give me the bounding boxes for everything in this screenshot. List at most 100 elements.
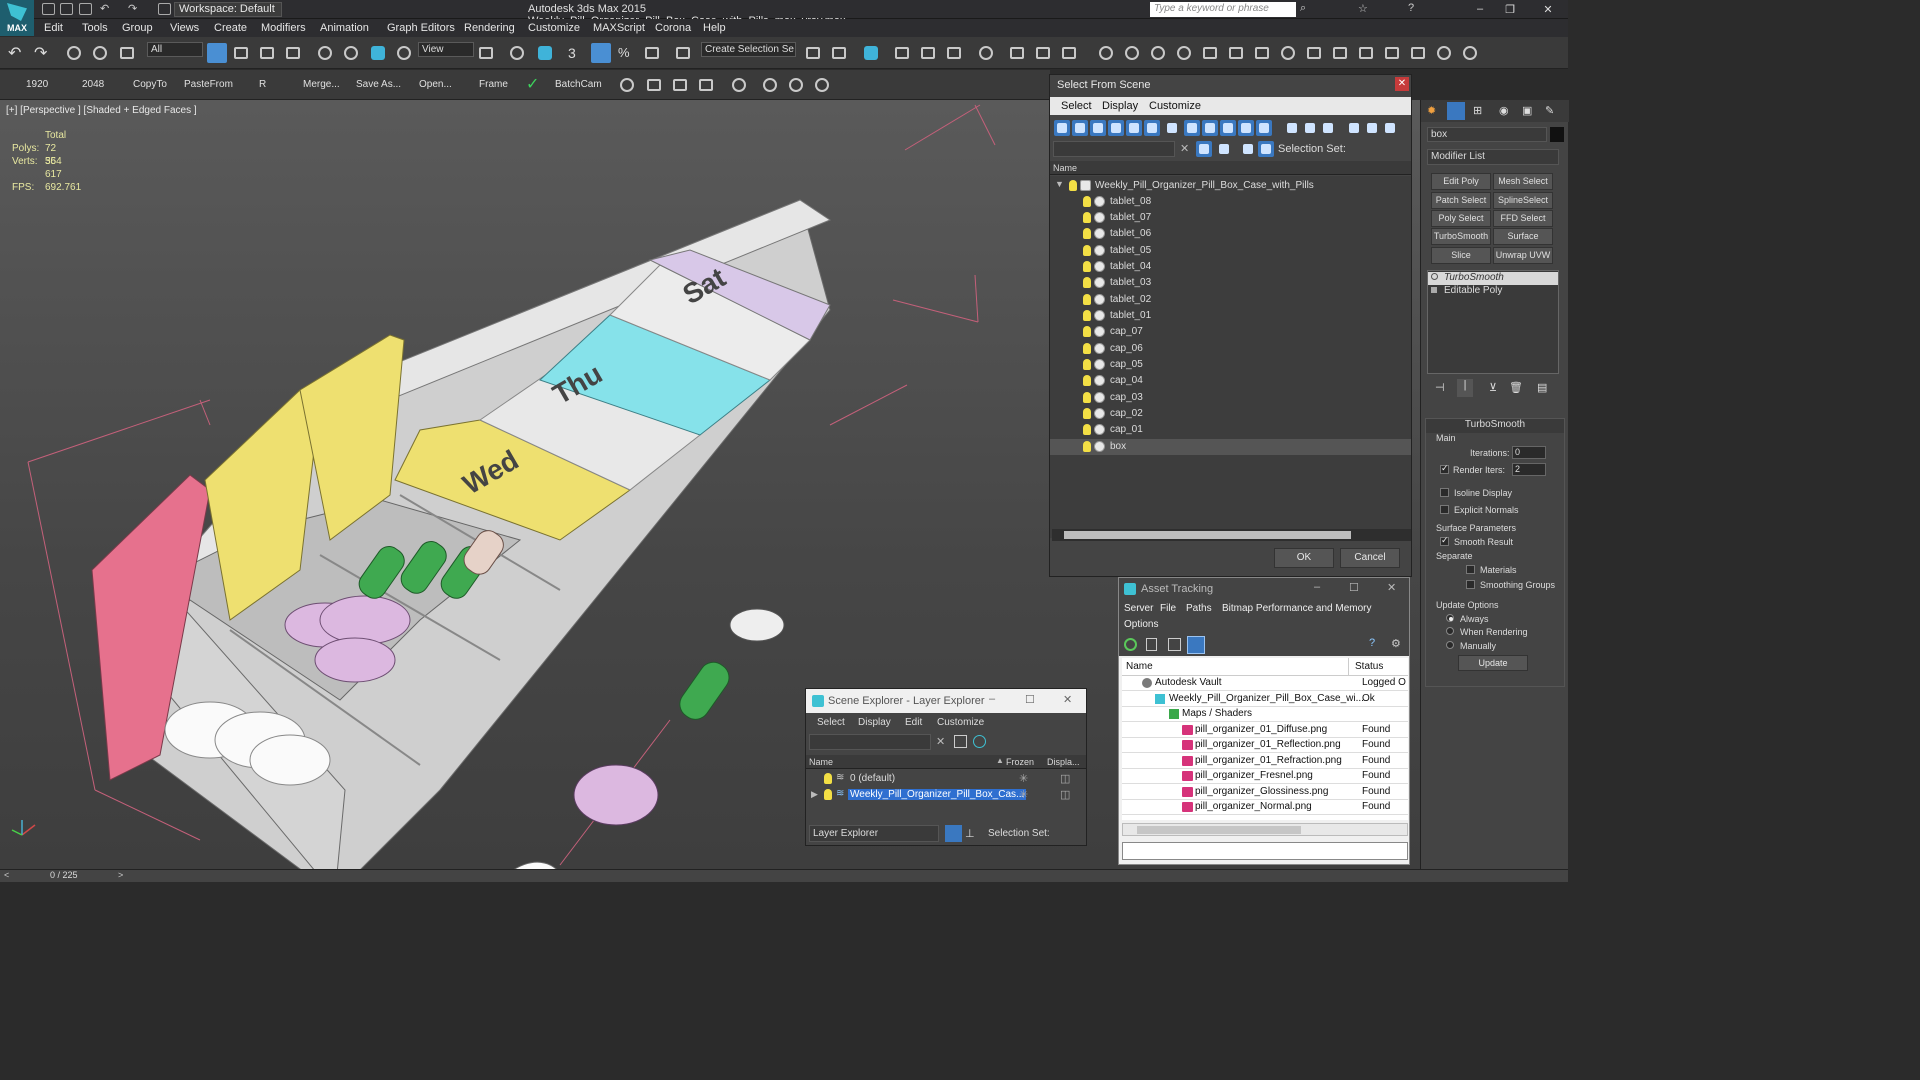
angle-snap-button[interactable] bbox=[591, 43, 611, 63]
select-invert-icon[interactable] bbox=[1320, 120, 1336, 136]
surface-select-button[interactable]: Surface Select bbox=[1493, 228, 1553, 256]
menu-customize[interactable]: Customize bbox=[937, 717, 984, 728]
open-file-icon[interactable] bbox=[60, 3, 73, 15]
dots-icon[interactable] bbox=[763, 78, 777, 92]
toolbar-2048-button[interactable]: 2048 bbox=[82, 79, 104, 90]
rollout-header[interactable]: TurboSmooth bbox=[1426, 419, 1564, 433]
maximize-icon[interactable]: ☐ bbox=[1025, 693, 1035, 706]
menu-create[interactable]: Create bbox=[214, 22, 247, 34]
path-field[interactable] bbox=[1122, 842, 1408, 860]
make-unique-icon[interactable]: ⊻ bbox=[1489, 381, 1497, 394]
vray-render-icon[interactable] bbox=[1333, 47, 1347, 59]
light-bulb-icon[interactable] bbox=[1083, 343, 1091, 354]
table-icon[interactable] bbox=[699, 79, 713, 91]
vray-frame-icon[interactable] bbox=[1411, 47, 1425, 59]
layer-row[interactable]: ≋ 0 (default) ✳ ◫ bbox=[806, 771, 1086, 787]
create-tab-icon[interactable]: ✹ bbox=[1427, 104, 1436, 117]
merge-button[interactable]: Merge... bbox=[303, 79, 340, 90]
light-bulb-icon[interactable] bbox=[1083, 245, 1091, 256]
object-color-swatch[interactable] bbox=[1550, 127, 1564, 142]
menu-edit[interactable]: Edit bbox=[44, 22, 63, 34]
lightbulb-toggle-icon[interactable] bbox=[1431, 273, 1438, 280]
select-none-icon[interactable] bbox=[1302, 120, 1318, 136]
expand-arrow-icon[interactable]: ▶ bbox=[811, 789, 818, 800]
table-row[interactable]: pill_organizer_Normal.png Found bbox=[1122, 800, 1408, 815]
light-bulb-icon[interactable] bbox=[824, 773, 832, 784]
menu-help[interactable]: Help bbox=[703, 22, 726, 34]
object-list-icon[interactable] bbox=[673, 79, 687, 91]
column-name[interactable]: Name bbox=[1126, 661, 1153, 672]
table-row[interactable]: pill_organizer_01_Refraction.png Found bbox=[1122, 754, 1408, 769]
bind-space-warp-icon[interactable] bbox=[120, 47, 134, 59]
menu-server[interactable]: Server bbox=[1124, 603, 1153, 614]
redo-button[interactable]: ↷ bbox=[34, 43, 54, 63]
rectangular-selection-icon[interactable] bbox=[260, 47, 274, 59]
redo-icon[interactable]: ↷ bbox=[128, 2, 137, 15]
clear-search-icon[interactable]: ✕ bbox=[1180, 142, 1189, 155]
menu-rendering[interactable]: Rendering bbox=[464, 22, 515, 34]
menu-display[interactable]: Display bbox=[858, 717, 891, 728]
select-manipulate-icon[interactable] bbox=[510, 46, 524, 60]
display-options-icon[interactable] bbox=[1382, 120, 1398, 136]
menu-modifiers[interactable]: Modifiers bbox=[261, 22, 306, 34]
schematic-view-icon[interactable] bbox=[947, 47, 961, 59]
hierarchy-icon[interactable] bbox=[1258, 141, 1274, 157]
filter-shapes-icon[interactable] bbox=[1072, 120, 1088, 136]
list-item[interactable]: cap_07 bbox=[1050, 324, 1411, 340]
keyboard-shortcut-override-icon[interactable] bbox=[538, 46, 552, 60]
vray-material-icon[interactable] bbox=[1385, 47, 1399, 59]
stack-item-turbosmooth[interactable]: TurboSmooth bbox=[1428, 272, 1558, 285]
list-item[interactable]: cap_06 bbox=[1050, 341, 1411, 357]
manually-radio[interactable] bbox=[1446, 641, 1454, 649]
list-item[interactable]: tablet_03 bbox=[1050, 275, 1411, 291]
freeze-icon[interactable]: ✳ bbox=[1019, 772, 1028, 785]
light-bulb-icon[interactable] bbox=[1069, 180, 1077, 191]
freeze-icon[interactable]: ✳ bbox=[1019, 788, 1028, 801]
turbosmooth-button[interactable]: TurboSmooth bbox=[1431, 228, 1491, 245]
layer-manager-icon[interactable] bbox=[864, 46, 878, 60]
table-row[interactable]: pill_organizer_01_Reflection.png Found bbox=[1122, 738, 1408, 753]
tree-view-icon[interactable] bbox=[1168, 638, 1181, 651]
select-by-name-icon[interactable] bbox=[234, 47, 248, 59]
list-item[interactable]: tablet_08 bbox=[1050, 194, 1411, 210]
menu-corona[interactable]: Corona bbox=[655, 22, 691, 34]
light-bulb-icon[interactable] bbox=[1083, 277, 1091, 288]
maximize-icon[interactable]: ☐ bbox=[1349, 581, 1359, 594]
light-bulb-icon[interactable] bbox=[1083, 441, 1091, 452]
menu-tools[interactable]: Tools bbox=[82, 22, 108, 34]
iterations-spinner[interactable]: 0 bbox=[1512, 446, 1546, 459]
r-button[interactable]: R bbox=[259, 79, 266, 90]
menu-customize[interactable]: Customize bbox=[528, 22, 580, 34]
mirror-icon[interactable] bbox=[806, 47, 820, 59]
place-icon[interactable] bbox=[397, 46, 411, 60]
expand-toggle-icon[interactable] bbox=[1431, 287, 1437, 293]
menu-group[interactable]: Group bbox=[122, 22, 153, 34]
funnel-filter-icon[interactable] bbox=[1346, 120, 1362, 136]
select-object-button[interactable] bbox=[207, 43, 227, 63]
menu-graph-editors[interactable]: Graph Editors bbox=[387, 22, 455, 34]
filter-hidden-icon[interactable] bbox=[1256, 120, 1272, 136]
vray-proxy-icon[interactable] bbox=[1177, 46, 1191, 60]
light-bulb-icon[interactable] bbox=[1083, 196, 1091, 207]
update-button[interactable]: Update bbox=[1458, 655, 1528, 671]
smoothing-groups-checkbox[interactable] bbox=[1466, 580, 1475, 589]
case-sensitive-icon[interactable] bbox=[954, 735, 967, 748]
always-radio[interactable] bbox=[1446, 614, 1454, 622]
curve-editor-icon[interactable] bbox=[921, 47, 935, 59]
filter-bones-icon[interactable] bbox=[1202, 120, 1218, 136]
save-as-button[interactable]: Save As... bbox=[356, 79, 401, 90]
table-row[interactable]: pill_organizer_01_Diffuse.png Found bbox=[1122, 723, 1408, 738]
list-item[interactable]: cap_04 bbox=[1050, 373, 1411, 389]
horizontal-scrollbar[interactable] bbox=[1052, 529, 1411, 541]
vray-sphere-icon[interactable] bbox=[1229, 47, 1243, 59]
mesh-select-button[interactable]: Mesh Select bbox=[1493, 173, 1553, 190]
filter-containers-icon[interactable] bbox=[1220, 120, 1236, 136]
light-bulb-icon[interactable] bbox=[1083, 424, 1091, 435]
motion-tab-icon[interactable]: ◉ bbox=[1499, 104, 1509, 117]
menu-views[interactable]: Views bbox=[170, 22, 199, 34]
spline-select-button[interactable]: SplineSelect bbox=[1493, 192, 1553, 209]
list-item[interactable]: cap_03 bbox=[1050, 390, 1411, 406]
rotate-icon[interactable] bbox=[344, 46, 358, 60]
explicit-normals-checkbox[interactable] bbox=[1440, 505, 1449, 514]
tree-root-row[interactable]: ▼ Weekly_Pill_Organizer_Pill_Box_Case_wi… bbox=[1050, 178, 1411, 194]
